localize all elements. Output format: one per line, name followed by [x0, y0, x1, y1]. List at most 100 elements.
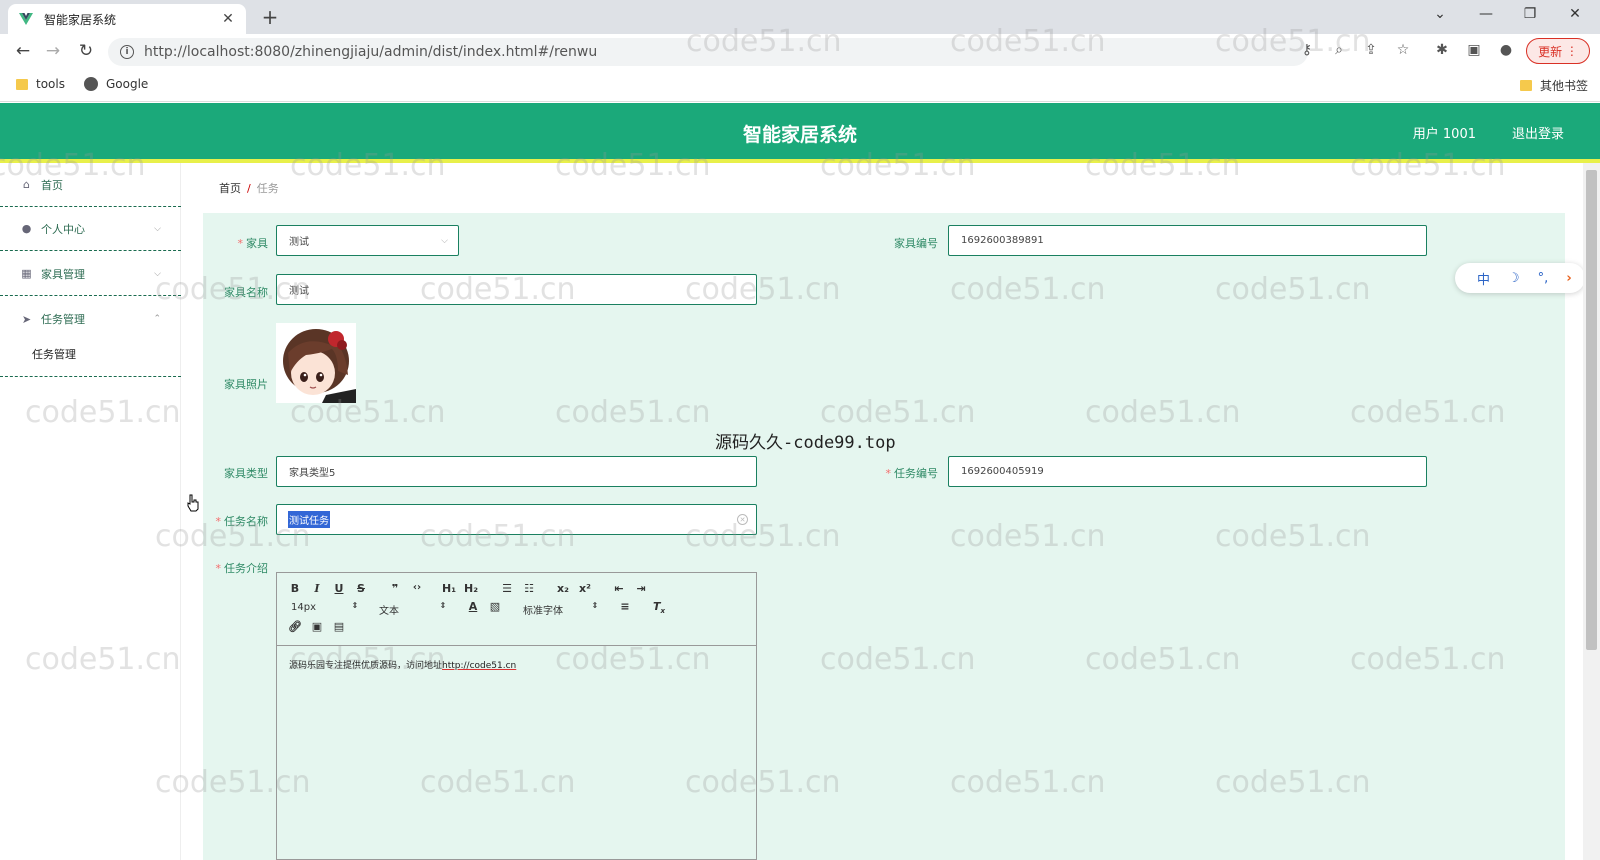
- zoom-icon[interactable]: ⌕: [1329, 42, 1349, 62]
- back-icon[interactable]: ←: [12, 41, 34, 61]
- breadcrumb-separator: /: [247, 182, 251, 195]
- bookmark-label: tools: [36, 77, 65, 91]
- furniture-no-field[interactable]: 1692600389891: [948, 225, 1427, 256]
- task-no-label: * 任务编号: [885, 467, 939, 480]
- editor-content[interactable]: 源码乐园专注提供优质源码，访问地址http://code51.cn: [289, 658, 516, 671]
- outdent-icon[interactable]: ⇤: [611, 582, 627, 595]
- superscript-icon[interactable]: x²: [577, 582, 593, 595]
- url-field[interactable]: i http://localhost:8080/zhinengjiaju/adm…: [108, 38, 1308, 66]
- furniture-photo[interactable]: [276, 323, 356, 403]
- align-icon[interactable]: ≡: [617, 600, 633, 613]
- reload-icon[interactable]: ↻: [75, 41, 97, 61]
- color-icon[interactable]: A: [465, 600, 481, 613]
- sidebar-subitem-task-management[interactable]: 任务管理: [0, 331, 181, 377]
- restore-icon[interactable]: ❐: [1520, 6, 1540, 22]
- close-window-icon[interactable]: ✕: [1565, 6, 1585, 22]
- bookmarks-bar: [0, 68, 1600, 102]
- subscript-icon[interactable]: x₂: [555, 582, 571, 595]
- breadcrumb-home[interactable]: 首页: [219, 182, 241, 195]
- other-bookmarks-label: 其他书签: [1540, 79, 1589, 93]
- update-label: 更新: [1538, 44, 1563, 59]
- sidepanel-icon[interactable]: ▣: [1464, 42, 1484, 62]
- sidebar-item-label: 任务管理: [41, 313, 85, 326]
- quote-icon[interactable]: ❞: [387, 582, 403, 595]
- page-scrollbar-thumb[interactable]: [1586, 170, 1597, 650]
- clear-format-icon[interactable]: Tx: [651, 600, 667, 615]
- background-icon[interactable]: ▧: [487, 600, 503, 613]
- editor-text: 源码乐园专注提供优质源码，访问地址: [289, 661, 443, 671]
- furniture-name-field[interactable]: 测试: [276, 274, 757, 305]
- strike-icon[interactable]: S: [353, 582, 369, 595]
- tab-close-icon[interactable]: ✕: [220, 11, 236, 27]
- chevron-down-icon: ⌵: [154, 268, 161, 279]
- furniture-select[interactable]: 测试 ⌵: [276, 225, 459, 256]
- sidebar-item-label: 个人中心: [41, 222, 85, 236]
- site-info-icon[interactable]: i: [120, 45, 134, 59]
- home-icon: ⌂: [23, 178, 30, 191]
- browser-tab[interactable]: 智能家居系统 ✕: [8, 4, 246, 34]
- grid-icon: ▦: [21, 267, 32, 280]
- indent-icon[interactable]: ⇥: [633, 582, 649, 595]
- other-bookmarks[interactable]: 其他书签: [1520, 77, 1588, 94]
- share-icon[interactable]: ⇪: [1361, 42, 1381, 62]
- task-name-value: 测试任务: [288, 511, 330, 528]
- forward-icon[interactable]: →: [42, 41, 64, 61]
- furniture-type-field[interactable]: 家具类型5: [276, 456, 757, 487]
- video-icon[interactable]: ▤: [331, 620, 347, 633]
- update-button[interactable]: 更新 ⋮: [1526, 38, 1590, 64]
- lang-toggle[interactable]: 中: [1477, 269, 1490, 288]
- editor-link[interactable]: http://code51.cn: [442, 661, 516, 671]
- sidebar-item-label: 家具管理: [41, 267, 85, 281]
- send-icon: ➤: [21, 312, 32, 326]
- sidebar-item-label: 首页: [41, 178, 63, 192]
- url-text: http://localhost:8080/zhinengjiaju/admin…: [144, 44, 598, 60]
- bookmark-google[interactable]: Google: [84, 77, 148, 91]
- new-tab-icon[interactable]: +: [258, 5, 282, 29]
- task-intro-label: * 任务介绍: [215, 562, 269, 575]
- sidebar-item-home[interactable]: ⌂ 首页: [0, 163, 181, 207]
- rich-text-editor[interactable]: B I U S ❞ ‹› H₁ H₂ ☰ ☷ x₂ x² ⇤ ⇥ 14px ⇕ …: [276, 572, 757, 860]
- font-family-select[interactable]: 标准字体: [523, 602, 563, 617]
- clear-icon[interactable]: ✕: [737, 514, 748, 525]
- task-no-field[interactable]: 1692600405919: [948, 456, 1427, 487]
- furniture-type-label: 家具类型: [224, 467, 268, 480]
- logout-link[interactable]: 退出登录: [1512, 123, 1564, 142]
- input-method-toolbar[interactable]: 中 ☽ °, ›: [1455, 263, 1585, 293]
- task-no-value: 1692600405919: [961, 466, 1044, 477]
- sidebar-item-profile[interactable]: ● 个人中心 ⌵: [0, 207, 181, 251]
- h1-icon[interactable]: H₁: [441, 582, 457, 595]
- minimize-icon[interactable]: —: [1476, 6, 1496, 22]
- profile-icon[interactable]: ●: [1496, 42, 1516, 62]
- bookmark-tools[interactable]: tools: [16, 77, 65, 91]
- font-size-select[interactable]: 14px: [291, 602, 316, 613]
- overlay-text: 源码久久-code99.top: [715, 433, 896, 453]
- code-icon[interactable]: ‹›: [409, 582, 425, 593]
- bookmark-label: Google: [106, 77, 149, 91]
- ordered-list-icon[interactable]: ☰: [499, 582, 515, 595]
- bullet-list-icon[interactable]: ☷: [521, 582, 537, 595]
- text-style-select[interactable]: 文本: [379, 602, 399, 617]
- bold-icon[interactable]: B: [287, 582, 303, 595]
- tab-list-icon[interactable]: ⌄: [1430, 6, 1450, 22]
- vue-logo-icon: [18, 11, 34, 27]
- punctuation-icon[interactable]: °,: [1538, 271, 1549, 286]
- anime-avatar-image: [276, 323, 356, 403]
- task-name-label: * 任务名称: [215, 515, 269, 528]
- furniture-no-value: 1692600389891: [961, 235, 1044, 246]
- moon-icon[interactable]: ☽: [1508, 271, 1520, 286]
- chevron-up-icon: ⌃: [153, 314, 161, 324]
- link-icon[interactable]: 🔗︎: [287, 620, 303, 633]
- key-icon[interactable]: ⚷: [1297, 42, 1317, 62]
- browser-tab-bar: 智能家居系统 ✕ + ⌄ — ❐ ✕: [0, 0, 1600, 34]
- bookmark-star-icon[interactable]: ☆: [1393, 42, 1413, 62]
- italic-icon[interactable]: I: [309, 582, 325, 595]
- user-icon: ●: [21, 222, 32, 235]
- h2-icon[interactable]: H₂: [463, 582, 479, 595]
- image-icon[interactable]: ▣: [309, 620, 325, 633]
- underline-icon[interactable]: U: [331, 582, 347, 595]
- app-header: 智能家居系统 用户 1001 退出登录: [0, 103, 1600, 163]
- task-name-field[interactable]: 测试任务 ✕: [276, 504, 757, 535]
- extensions-icon[interactable]: ✱: [1432, 42, 1452, 62]
- chevron-right-icon[interactable]: ›: [1566, 271, 1571, 286]
- sidebar-item-furniture[interactable]: ▦ 家具管理 ⌵: [0, 252, 181, 296]
